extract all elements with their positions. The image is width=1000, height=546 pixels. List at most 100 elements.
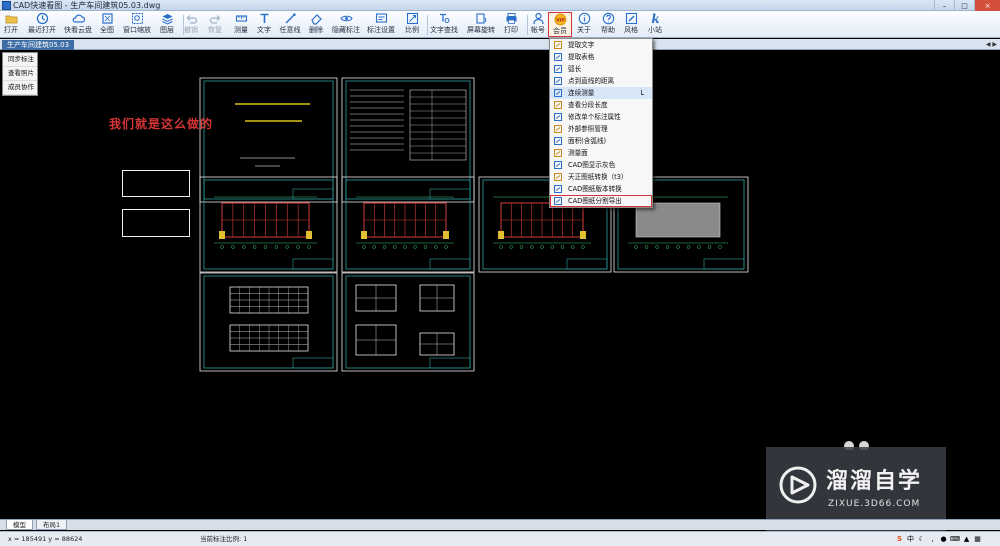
rotate-icon <box>474 12 488 25</box>
freeline-icon <box>283 12 297 25</box>
zoom-window-icon <box>130 12 144 25</box>
menu-item-gray-display[interactable]: CAD图显示灰色 <box>550 159 652 171</box>
plan-axis-bubble <box>231 245 235 249</box>
toolbar-button-text-search[interactable]: 文字查找 <box>430 12 458 37</box>
clock-icon <box>35 12 49 25</box>
toolbar-label: 关于 <box>577 26 591 34</box>
toolbar-button-eraser[interactable]: 删除 <box>304 12 328 37</box>
toolbar-button-style[interactable]: 风格 <box>619 12 643 37</box>
plan-axis-bubble <box>634 245 638 249</box>
plan-axis-bubble <box>393 245 397 249</box>
plan-axis-bubble <box>707 245 712 249</box>
gray-display-icon <box>554 161 562 169</box>
plan-axis-bubble <box>362 245 366 249</box>
toolbar-button-eye[interactable]: 隐藏标注 <box>332 12 360 37</box>
document-tab-bar: 生产车间建筑05.03 ◀ ▶ <box>0 39 1000 50</box>
toolbar-button-cloud[interactable]: 快看云盘 <box>64 12 92 37</box>
vip-badge-text: VIP <box>556 17 565 23</box>
plan-axis-bubble <box>697 245 701 249</box>
menu-item-version-convert[interactable]: CAD图纸版本转换 <box>550 183 652 195</box>
toolbar-button-user[interactable]: 帐号 <box>526 12 550 37</box>
toolbar-button-zoom-window[interactable]: 窗口缩放 <box>123 12 151 37</box>
toolbar-button-layers[interactable]: 图层 <box>155 12 179 37</box>
side-item-view-photos[interactable]: 查看照片 <box>3 67 37 81</box>
toolbar-button-redo[interactable]: 恢复 <box>203 12 227 37</box>
side-item-sync-annotation[interactable]: 同步标注 <box>3 53 37 67</box>
ime-toolbar[interactable]: S 中 ☾ , ● ⌨ ▲ ▦ <box>895 533 982 545</box>
ime-mic-icon[interactable]: ● <box>939 534 948 544</box>
ime-shirt-icon[interactable]: ▲ <box>962 534 971 544</box>
menu-item-area[interactable]: 面积(含弧线) <box>550 135 652 147</box>
menu-item-label: 点到直线的距离 <box>568 77 615 85</box>
menu-item-continuous-measure[interactable]: 连续测量 L <box>550 87 652 99</box>
sheet-titleblock-2 <box>292 258 334 270</box>
plan-axis-bubble <box>718 245 722 249</box>
toolbar-button-annotation-settings[interactable]: 标注设置 <box>367 12 395 37</box>
sheet-border-0 <box>199 77 338 203</box>
layout-tab-bar: 模型 布局1 <box>0 519 1000 530</box>
menu-item-label: CAD图纸分割导出 <box>568 197 622 205</box>
menu-item-label: 天正图纸转换（t3） <box>568 173 628 181</box>
sheet-frame-0 <box>203 80 334 200</box>
tab-layout1[interactable]: 布局1 <box>36 520 68 530</box>
toolbar-button-rotate[interactable]: 屏幕旋转 <box>467 12 495 37</box>
maximize-button[interactable]: □ <box>954 0 974 11</box>
menu-item-tangent-convert[interactable]: 天正图纸转换（t3） <box>550 171 652 183</box>
sheet-frame-7 <box>345 275 471 369</box>
toolbar-button-freeline[interactable]: 任意线 <box>278 12 302 37</box>
watermark-logo-icon <box>779 466 817 504</box>
ime-keyboard-icon[interactable]: ⌨ <box>950 534 960 544</box>
menu-item-measure-face[interactable]: 测量面 <box>550 147 652 159</box>
plan-axis-bubble <box>372 245 376 249</box>
toolbar-label: 文字 <box>257 26 271 34</box>
toolbar-button-folder-open[interactable]: 打开 <box>0 12 23 37</box>
plan-axis-bubble <box>252 245 257 249</box>
menu-item-point-line-distance[interactable]: 点到直线的距离 <box>550 75 652 87</box>
plan-stair <box>443 231 449 239</box>
toolbar-button-info[interactable]: 关于 <box>572 12 596 37</box>
point-line-distance-icon <box>554 77 562 85</box>
side-item-member-collab[interactable]: 成员协作 <box>3 81 37 95</box>
app-icon <box>2 1 11 10</box>
toolbar-button-measure[interactable]: 测量 <box>229 12 253 37</box>
ime-moon-icon[interactable]: ☾ <box>917 534 926 544</box>
info-icon <box>577 12 591 25</box>
toolbar-button-text[interactable]: 文字 <box>252 12 276 37</box>
close-button[interactable]: × <box>974 0 1000 11</box>
minimize-button[interactable]: – <box>934 0 954 11</box>
ime-chinese-icon[interactable]: 中 <box>906 534 915 544</box>
menu-item-split-export[interactable]: CAD图纸分割导出 <box>550 195 652 207</box>
cad-viewer-window: CAD快速看图 - 生产车间建筑05.03.dwg – □ × 打开 最近打开 快看… <box>0 0 1000 546</box>
toolbar-button-fullview[interactable]: 全图 <box>95 12 119 37</box>
ime-punct-icon[interactable]: , <box>928 534 937 544</box>
plan-axis-bubble <box>686 245 691 249</box>
version-convert-icon <box>554 185 562 193</box>
menu-item-label: 提取文字 <box>568 41 595 49</box>
toolbar-button-clock[interactable]: 最近打开 <box>28 12 56 37</box>
menu-item-xref[interactable]: 外部参照管理 <box>550 123 652 135</box>
toolbar-button-scale[interactable]: 比例 <box>400 12 424 37</box>
ime-grid-icon[interactable]: ▦ <box>973 534 982 544</box>
toolbar-label: 全图 <box>100 26 114 34</box>
plan-stair <box>306 231 312 239</box>
toolbar-label: 屏幕旋转 <box>467 26 495 34</box>
plan-axis-bubble <box>307 245 311 249</box>
menu-item-edit-annotation[interactable]: 修改单个标注属性 <box>550 111 652 123</box>
toolbar-button-printer[interactable]: 打印 <box>499 12 523 37</box>
tab-active-document[interactable]: 生产车间建筑05.03 <box>2 40 75 50</box>
sheet-frame-2 <box>203 179 334 270</box>
toolbar-button-vip[interactable]: VIP 会员 <box>548 12 572 37</box>
measure-face-icon <box>554 149 562 157</box>
tab-scroll-arrows[interactable]: ◀ ▶ <box>986 40 997 49</box>
menu-item-label: 修改单个标注属性 <box>568 113 621 121</box>
plan-axis-bubble <box>509 245 513 249</box>
toolbar-label: 恢复 <box>208 26 222 34</box>
toolbar-button-help[interactable]: 帮助 <box>596 12 620 37</box>
menu-item-extract-table[interactable]: 提取表格 <box>550 51 652 63</box>
menu-item-segment-length[interactable]: 查看分段长度 <box>550 99 652 111</box>
menu-item-extract-text[interactable]: 提取文字 <box>550 39 652 51</box>
toolbar-button-k-site[interactable]: k 小站 <box>643 12 667 37</box>
ime-s-icon[interactable]: S <box>895 534 904 544</box>
tab-model[interactable]: 模型 <box>6 520 33 530</box>
menu-item-arc-length[interactable]: 弧长 <box>550 63 652 75</box>
